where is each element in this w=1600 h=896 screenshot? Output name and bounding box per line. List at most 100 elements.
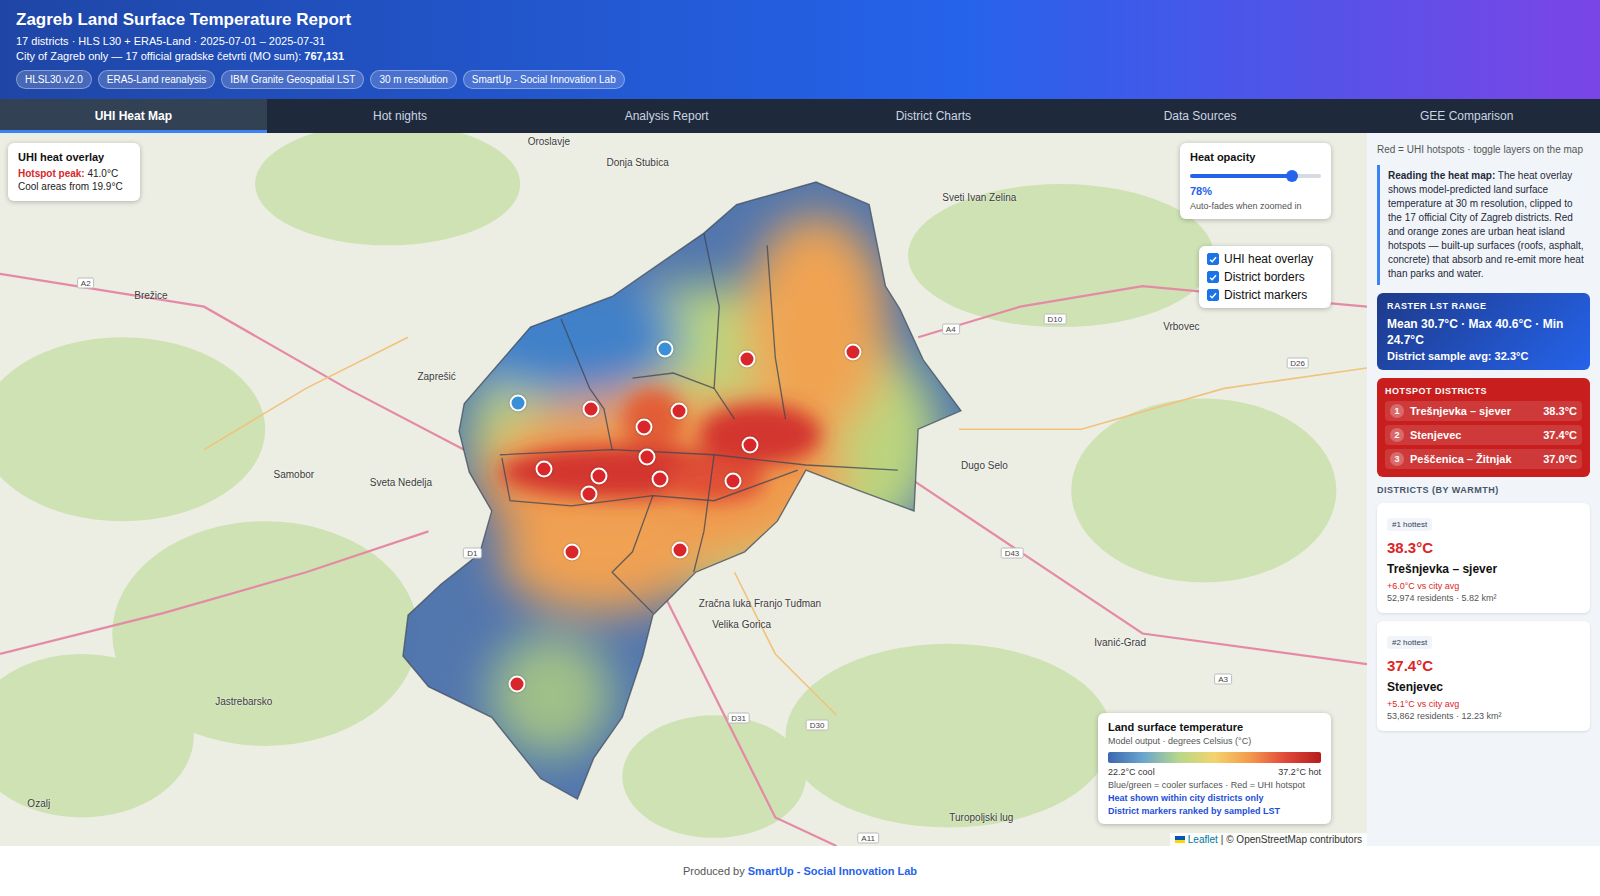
legend-link[interactable]: Heat shown within city districts only [1108, 793, 1321, 803]
overlay-info-card: UHI heat overlay Hotspot peak: 41.0°CCool… [8, 143, 140, 201]
color-ramp [1108, 752, 1321, 763]
district-marker[interactable] [725, 473, 742, 490]
raster-title: RASTER LST RANGE [1387, 301, 1580, 311]
place-label: Donja Stubica [606, 156, 668, 167]
place-label: Velika Gorica [712, 619, 771, 630]
place-label: Sveti Ivan Zelina [942, 192, 1016, 203]
tab[interactable]: District Charts [800, 99, 1067, 133]
district-temp: 38.3°C [1387, 539, 1580, 556]
overlay-peak: Hotspot peak: 41.0°C [18, 167, 130, 180]
place-label: Brežice [134, 290, 167, 301]
district-card[interactable]: #2 hottest37.4°CStenjevec+5.1°C vs city … [1377, 621, 1590, 731]
district-meta: 52,974 residents · 5.82 km² [1387, 593, 1580, 603]
place-label: Zaprešić [417, 371, 455, 382]
district-marker[interactable] [672, 541, 689, 558]
tab[interactable]: Analysis Report [533, 99, 800, 133]
report-title: Zagreb Land Surface Temperature Report [16, 10, 1584, 30]
district-marker[interactable] [510, 394, 527, 411]
road-shield: D30 [806, 720, 829, 731]
road-shield: D31 [727, 713, 750, 724]
place-label: Vrbovec [1163, 321, 1199, 332]
road-shield: A3 [1214, 674, 1232, 685]
rank-badge: 3 [1390, 452, 1404, 466]
district-borders [403, 182, 961, 799]
raster-avg: District sample avg: 32.3°C [1387, 350, 1580, 362]
hotspot-row[interactable]: 1Trešnjevka – sjever38.3°C [1385, 401, 1582, 421]
district-marker[interactable] [671, 402, 688, 419]
source-badge: IBM Granite Geospatial LST [221, 70, 364, 89]
footer-link[interactable]: SmartUp - Social Innovation Lab [748, 865, 917, 877]
main-area: Oroslavje Donja Stubica Sveti Ivan Zelina B… [0, 133, 1600, 846]
district-marker[interactable] [652, 471, 669, 488]
report-scope: City of Zagreb only — 17 official gradsk… [16, 49, 1584, 64]
opacity-slider[interactable] [1190, 169, 1321, 183]
road-shield: A11 [857, 832, 879, 843]
district-meta: 53,862 residents · 12.23 km² [1387, 711, 1580, 721]
sidebar: Red = UHI hotspots · toggle layers on th… [1367, 133, 1600, 846]
rank-badge: 2 [1390, 428, 1404, 442]
tab[interactable]: Data Sources [1067, 99, 1334, 133]
source-badge: HLSL30.v2.0 [16, 70, 92, 89]
district-marker[interactable] [509, 675, 526, 692]
raster-range-card: RASTER LST RANGEMean 30.7°C · Max 40.6°C… [1377, 293, 1590, 370]
district-marker[interactable] [582, 400, 599, 417]
source-badge: SmartUp - Social Innovation Lab [463, 70, 625, 89]
footer: Produced by SmartUp - Social Innovation … [0, 846, 1600, 896]
overlay-cool: Cool areas from 19.9°C [18, 180, 130, 193]
district-marker[interactable] [844, 343, 861, 360]
place-label: Jastrebarsko [215, 695, 272, 706]
place-label: Ivanić-Grad [1094, 636, 1146, 647]
layer-toggle[interactable]: UHI heat overlay [1207, 252, 1323, 266]
forest-areas [0, 133, 1336, 838]
district-marker[interactable] [635, 419, 652, 436]
checkbox-icon[interactable] [1207, 271, 1219, 283]
district-marker[interactable] [738, 350, 755, 367]
source-badge: ERA5-Land reanalysis [98, 70, 216, 89]
legend: Land surface temperatureModel output · d… [1098, 713, 1331, 824]
district-name: Trešnjevka – sjever [1387, 562, 1580, 576]
legend-title: Land surface temperature [1108, 721, 1321, 733]
flag-icon [1175, 836, 1185, 843]
report-subtitle: 17 districts · HLS L30 + ERA5-Land · 202… [16, 34, 1584, 49]
overlay-title: UHI heat overlay [18, 151, 130, 163]
road-shield: D43 [1001, 547, 1024, 558]
legend-link[interactable]: District markers ranked by sampled LST [1108, 806, 1321, 816]
hotspot-row[interactable]: 2Stenjevec37.4°C [1385, 425, 1582, 445]
road-shield: D1 [463, 547, 481, 558]
district-marker[interactable] [580, 485, 597, 502]
place-label: Ozalj [27, 798, 50, 809]
badge-list: HLSL30.v2.0 ERA5-Land reanalysis IBM Grani… [16, 70, 1584, 89]
tab[interactable]: UHI Heat Map [0, 99, 267, 133]
hotspot-row[interactable]: 3Peščenica – Žitnjak37.0°C [1385, 449, 1582, 469]
checkbox-icon[interactable] [1207, 289, 1219, 301]
rank-badge: 1 [1390, 404, 1404, 418]
map[interactable]: Oroslavje Donja Stubica Sveti Ivan Zelina B… [0, 133, 1367, 846]
report-header: Zagreb Land Surface Temperature Report 17… [0, 0, 1600, 99]
district-card[interactable]: #1 hottest38.3°CTrešnjevka – sjever+6.0°… [1377, 503, 1590, 613]
district-marker[interactable] [535, 461, 552, 478]
heat-overlay [403, 182, 961, 799]
place-label: Oroslavje [528, 136, 570, 147]
place-label: Sveta Nedelja [370, 477, 432, 488]
district-marker[interactable] [657, 340, 674, 357]
district-marker[interactable] [590, 468, 607, 485]
slider-thumb[interactable] [1286, 170, 1298, 182]
road-shield: A2 [77, 278, 95, 289]
tab[interactable]: GEE Comparison [1333, 99, 1600, 133]
tab[interactable]: Hot nights [267, 99, 534, 133]
app-page: Zagreb Land Surface Temperature Report 17… [0, 0, 1600, 896]
district-marker[interactable] [741, 436, 758, 453]
source-badge: 30 m resolution [370, 70, 456, 89]
hotspot-card: HOTSPOT DISTRICTS1Trešnjevka – sjever38.… [1377, 378, 1590, 477]
district-marker[interactable] [638, 448, 655, 465]
leaflet-link[interactable]: Leaflet [1188, 834, 1218, 845]
layer-toggle[interactable]: District markers [1207, 288, 1323, 302]
district-marker[interactable] [564, 543, 581, 560]
checkbox-icon[interactable] [1207, 253, 1219, 265]
district-delta: +6.0°C vs city avg [1387, 581, 1580, 591]
districts-heading: DISTRICTS (BY WARMTH) [1377, 485, 1590, 495]
roads [0, 274, 1367, 846]
opacity-hint: Auto-fades when zoomed in [1190, 201, 1321, 211]
layer-toggle[interactable]: District borders [1207, 270, 1323, 284]
road-shield: D26 [1286, 357, 1309, 368]
